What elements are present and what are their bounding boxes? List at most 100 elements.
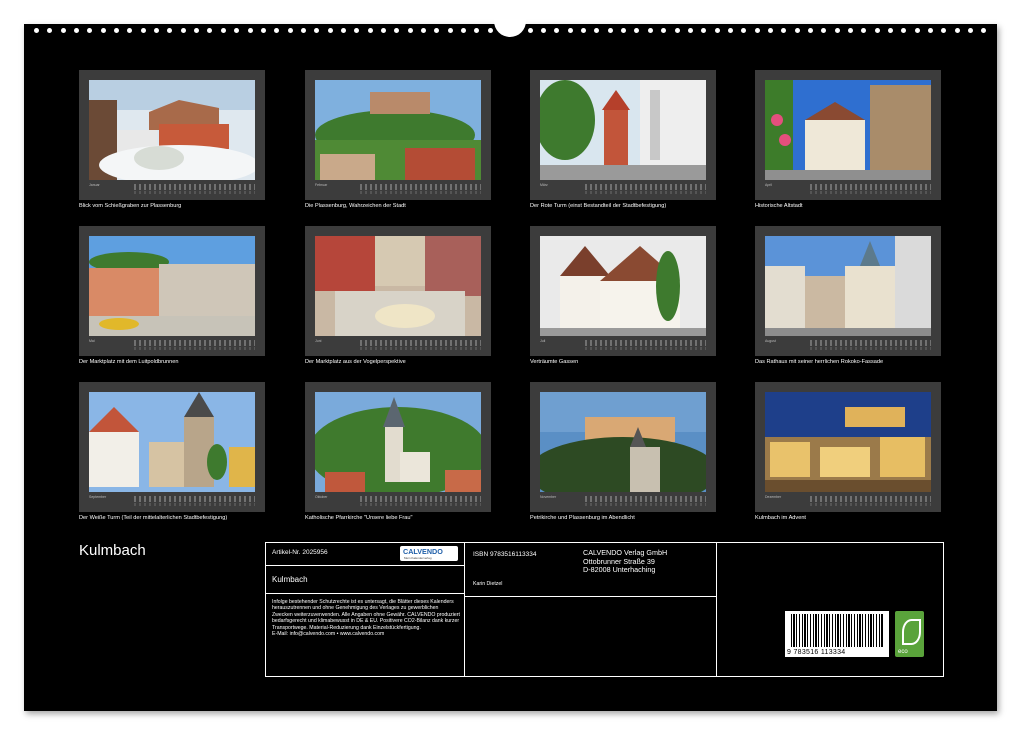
day-grid <box>810 496 931 502</box>
day-grid <box>810 191 931 194</box>
binding-hole <box>354 28 360 33</box>
day-grid <box>585 340 706 346</box>
binding-hole <box>287 28 293 33</box>
binding-hole <box>634 28 640 33</box>
info-column-2: ISBN 9783516113334 Karin Dietzel CALVEND… <box>465 543 717 676</box>
logo-subtext: Mein Kalenderverlag <box>404 556 432 560</box>
caption: Blick vom Schießgraben zur Plassenburg <box>79 203 182 209</box>
binding-hole <box>701 28 707 33</box>
article-number: Artikel-Nr. 2025956 <box>272 549 328 556</box>
binding-hole <box>447 28 453 33</box>
eco-label: eco <box>898 649 908 655</box>
day-grid <box>360 496 481 502</box>
day-grid <box>810 347 931 350</box>
day-grid <box>810 184 931 190</box>
binding-hole <box>367 28 373 33</box>
day-grid <box>360 347 481 350</box>
binding-hole <box>300 28 306 33</box>
binding-hole <box>274 28 280 33</box>
contact-email: E-Mail: info@calvendo.com • www.calvendo… <box>272 631 385 638</box>
binding-hole <box>60 28 66 33</box>
binding-hole <box>314 28 320 33</box>
binding-hole <box>901 28 907 33</box>
day-grid <box>585 496 706 502</box>
binding-hole <box>327 28 333 33</box>
caption: Der Marktplatz mit dem Luitpoldbrunnen <box>79 359 179 365</box>
calendar-sheet: Januar Blick vom Schießgraben zur Plasse… <box>24 18 997 711</box>
photo-july <box>540 236 706 336</box>
binding-hole <box>474 28 480 33</box>
month-tile-july: Juli Verträumte Gassen <box>530 226 716 365</box>
logo-text: CALVENDO <box>403 547 443 556</box>
caption: Der Marktplatz aus der Vogelperspektive <box>305 359 406 365</box>
binding-hole <box>754 28 760 33</box>
caption: Verträumte Gassen <box>530 359 579 365</box>
photo-may <box>89 236 255 336</box>
day-grid <box>360 191 481 194</box>
binding-hole <box>340 28 346 33</box>
barcode-bars <box>791 614 883 647</box>
legal-text: Infolge bestehender Schutzrechte ist es … <box>272 599 460 631</box>
day-grid <box>360 503 481 506</box>
barcode-number: 9 783516 113334 <box>787 649 846 656</box>
month-tile-may: Mai Der Marktplatz mit dem Luitpoldbrunn… <box>79 226 265 365</box>
day-grid <box>360 340 481 346</box>
month-label: August <box>765 339 776 343</box>
binding-hole <box>554 28 560 33</box>
month-label: März <box>540 183 548 187</box>
day-grid <box>134 340 255 346</box>
binding-hole <box>407 28 413 33</box>
binding-hole <box>847 28 853 33</box>
city: D-82008 Unterhaching <box>583 565 656 575</box>
binding-hole <box>888 28 893 33</box>
caption: Der Rote Turm (einst Bestandteil der Sta… <box>530 203 667 209</box>
month-tile-june: Juni Der Marktplatz aus der Vogelperspek… <box>305 226 491 365</box>
publisher-address: CALVENDO Verlag GmbH Ottobrunner Straße … <box>583 548 667 575</box>
binding-hole <box>834 28 840 33</box>
caption: Katholische Pfarrkirche "Unsere liebe Fr… <box>305 515 413 521</box>
binding-hole <box>180 28 186 33</box>
binding-hole <box>100 28 106 33</box>
binding-hole <box>941 28 947 33</box>
binding-hole <box>247 28 253 33</box>
month-tile-october: Oktober Katholische Pfarrkirche "Unsere … <box>305 382 491 521</box>
caption: Kulmbach im Advent <box>755 515 806 521</box>
day-grid <box>134 347 255 350</box>
binding-hole <box>234 28 240 33</box>
photo-march <box>540 80 706 180</box>
binding-hole <box>861 28 867 33</box>
divider <box>465 596 716 597</box>
month-tile-march: März Der Rote Turm (einst Bestandteil de… <box>530 70 716 209</box>
month-label: Januar <box>89 183 100 187</box>
day-grid <box>810 340 931 346</box>
day-grid <box>810 503 931 506</box>
binding-hole <box>394 28 400 33</box>
calendar-name: Kulmbach <box>272 575 308 584</box>
month-label: Dezember <box>765 495 782 499</box>
day-grid <box>585 503 706 506</box>
month-tile-august: August Das Rathaus mit seiner herrlichen… <box>755 226 941 365</box>
binding-hole <box>167 28 173 33</box>
binding-hole <box>74 28 80 33</box>
day-grid <box>134 503 255 506</box>
binding-hole <box>140 28 146 33</box>
caption: Das Rathaus mit seiner herrlichen Rokoko… <box>755 359 884 365</box>
binding-hole <box>621 28 627 33</box>
photo-october <box>315 392 481 492</box>
binding-hole <box>607 28 613 33</box>
month-label: April <box>765 183 773 187</box>
binding-hole <box>541 28 547 33</box>
binding-hole <box>647 28 653 33</box>
binding-hole <box>260 28 266 33</box>
info-column-3: 9 783516 113334 eco <box>717 543 943 676</box>
month-tile-april: April Historische Altstadt <box>755 70 941 209</box>
caption: Der Weiße Turm (Teil der mittelalterlich… <box>79 515 228 521</box>
info-box: Artikel-Nr. 2025956 CALVENDO Mein Kalend… <box>265 542 944 677</box>
binding-hole <box>594 28 600 33</box>
caption: Die Plassenburg, Wahrzeichen der Stadt <box>305 203 406 209</box>
binding-hole <box>154 28 160 33</box>
binding-hole <box>487 28 493 33</box>
isbn: ISBN 9783516113334 <box>473 551 537 558</box>
month-label: Juli <box>540 339 546 343</box>
binding-hole <box>674 28 680 33</box>
